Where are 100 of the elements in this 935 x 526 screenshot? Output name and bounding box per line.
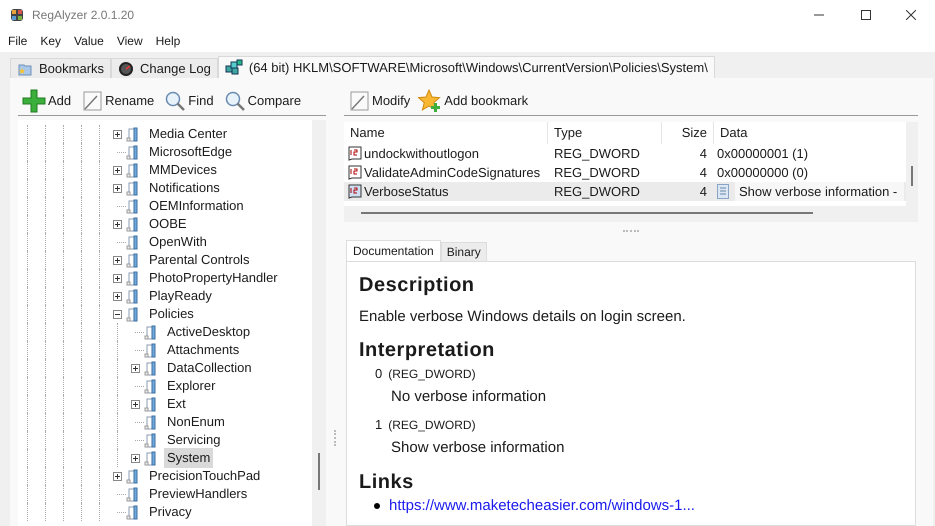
table-cell-text: REG_DWORD [553, 144, 641, 163]
expand-icon[interactable] [112, 472, 122, 480]
tree-item[interactable]: OEMInformation [146, 196, 247, 216]
value-number: 0 [375, 365, 382, 383]
expand-icon[interactable] [112, 166, 122, 174]
value-meaning: Show verbose information [390, 438, 566, 458]
value-type: (REG_DWORD) [388, 417, 476, 434]
toolbar-button[interactable]: Modify [348, 88, 412, 114]
table-cell-text: VerboseStatus [364, 182, 449, 201]
table-cell-text: 0x00000001 (1) [717, 144, 808, 163]
section-heading: Links [359, 470, 415, 495]
toolbar-button[interactable]: Compare [224, 88, 304, 114]
collapse-icon[interactable] [112, 310, 122, 318]
table-cell-text: 4 [698, 164, 708, 182]
toolbar-button[interactable]: Rename [81, 88, 156, 114]
close-icon[interactable] [906, 10, 916, 20]
tree-item[interactable]: ActiveDesktop [164, 322, 254, 342]
tree-item[interactable]: PhotoPropertyHandler [146, 268, 281, 288]
tree-item[interactable]: PreviewHandlers [146, 484, 250, 504]
table-cell-text: 4 [698, 144, 708, 163]
expand-icon[interactable] [112, 130, 122, 138]
horizontal-scrollbar[interactable] [344, 206, 918, 222]
vertical-scrollbar[interactable] [906, 122, 918, 206]
table-cell: Show verbose information - [735, 182, 904, 201]
link[interactable]: https://www.maketecheasier.com/windows-1... [389, 495, 695, 518]
expand-icon[interactable] [112, 220, 122, 228]
expand-icon[interactable] [130, 454, 140, 462]
section-heading: Description [359, 273, 476, 298]
toolbar-button[interactable]: Add bookmark [418, 88, 530, 114]
tree-item[interactable]: Notifications [146, 178, 223, 198]
tree-item[interactable]: DataCollection [164, 358, 255, 378]
description-text: Enable verbose Windows details on login screen. [359, 307, 687, 327]
table-cell-text: undockwithoutlogon [364, 144, 479, 163]
tree-item[interactable]: System [164, 448, 214, 468]
pencil-icon [348, 90, 370, 112]
maximize-icon[interactable] [861, 10, 871, 20]
expand-icon[interactable] [130, 400, 140, 408]
tab[interactable]: Bookmarks [10, 58, 112, 78]
expand-icon[interactable] [112, 292, 122, 300]
menu-item[interactable]: Value [74, 32, 104, 50]
window-title: RegAlyzer 2.0.1.20 [32, 7, 134, 24]
table-cell-text: REG_DWORD [553, 182, 641, 201]
search-icon [164, 90, 186, 112]
scrollbar-thumb[interactable] [361, 212, 813, 214]
tree-item[interactable]: Privacy [146, 502, 195, 522]
tree-item[interactable]: PlayReady [146, 286, 215, 306]
scrollbar-thumb[interactable] [911, 166, 913, 186]
menu-item[interactable]: Key [40, 32, 62, 50]
value-type: (REG_DWORD) [388, 366, 476, 383]
cubes-icon [224, 58, 243, 76]
tree-item[interactable]: Attachments [164, 340, 242, 360]
tree-item[interactable]: OOBE [146, 214, 190, 234]
tree-item[interactable]: Servicing [164, 430, 224, 450]
value-number: 1 [375, 416, 382, 434]
dword-value-icon [348, 165, 362, 180]
tree-item[interactable]: OpenWith [146, 232, 210, 252]
table-row[interactable]: undockwithoutlogon REG_DWORD 4 0x00000001 (1) [344, 144, 906, 163]
table-row[interactable]: VerboseStatus REG_DWORD 4 Show verbose information - [344, 182, 906, 201]
column-header[interactable]: Size [661, 122, 713, 144]
table-cell-text: REG_DWORD [553, 164, 641, 182]
star-plus-icon [418, 88, 442, 112]
menu-item[interactable]: File [8, 32, 28, 50]
tab[interactable]: Change Log [111, 58, 218, 78]
scrollbar-thumb[interactable] [318, 453, 320, 490]
menu-item[interactable]: View [116, 32, 143, 50]
tree-item[interactable]: MMDevices [146, 160, 220, 180]
tree-item[interactable]: NonEnum [164, 412, 228, 432]
bullet-icon [374, 503, 380, 510]
tab[interactable]: Documentation [346, 240, 441, 261]
table-cell-text: ValidateAdminCodeSignatures [364, 164, 540, 182]
expand-icon[interactable] [112, 184, 122, 192]
tab[interactable]: (64 bit) HKLM\SOFTWARE\Microsoft\Windows\CurrentVersion\Policies\System\ [218, 56, 715, 78]
tab[interactable]: Binary [440, 242, 487, 261]
app-logo-icon [9, 7, 25, 23]
expand-icon[interactable] [112, 256, 122, 264]
section-heading: Interpretation [359, 338, 496, 363]
tree-item[interactable]: Ext [164, 394, 189, 414]
column-header[interactable]: Name [344, 122, 547, 144]
expand-icon[interactable] [112, 274, 122, 282]
toolbar-button[interactable]: Add [22, 88, 74, 114]
column-header[interactable]: Type [547, 122, 661, 144]
tree-item[interactable]: Policies [146, 304, 197, 324]
tree-item[interactable]: PrecisionTouchPad [146, 466, 264, 486]
gauge-icon [118, 60, 134, 76]
dword-value-icon [348, 184, 362, 199]
search-icon [224, 90, 246, 112]
toolbar-button[interactable]: Find [164, 88, 216, 114]
menu-item[interactable]: Help [156, 32, 180, 50]
plus-icon [22, 88, 46, 112]
expand-icon[interactable] [130, 364, 140, 372]
value-meaning: No verbose information [390, 386, 548, 406]
tree-item[interactable]: Parental Controls [146, 250, 252, 270]
table-row[interactable]: ValidateAdminCodeSignatures REG_DWORD 4 0x00000000 (0) [344, 163, 906, 182]
tree-item[interactable]: MicrosoftEdge [146, 142, 236, 162]
table-cell-text: 0x00000000 (0) [717, 164, 808, 182]
table-cell-text: 4 [698, 182, 708, 201]
tree-item[interactable]: Media Center [146, 124, 230, 144]
vertical-scrollbar[interactable] [312, 120, 326, 526]
tree-item[interactable]: Explorer [164, 376, 218, 396]
pencil-icon [81, 90, 104, 112]
